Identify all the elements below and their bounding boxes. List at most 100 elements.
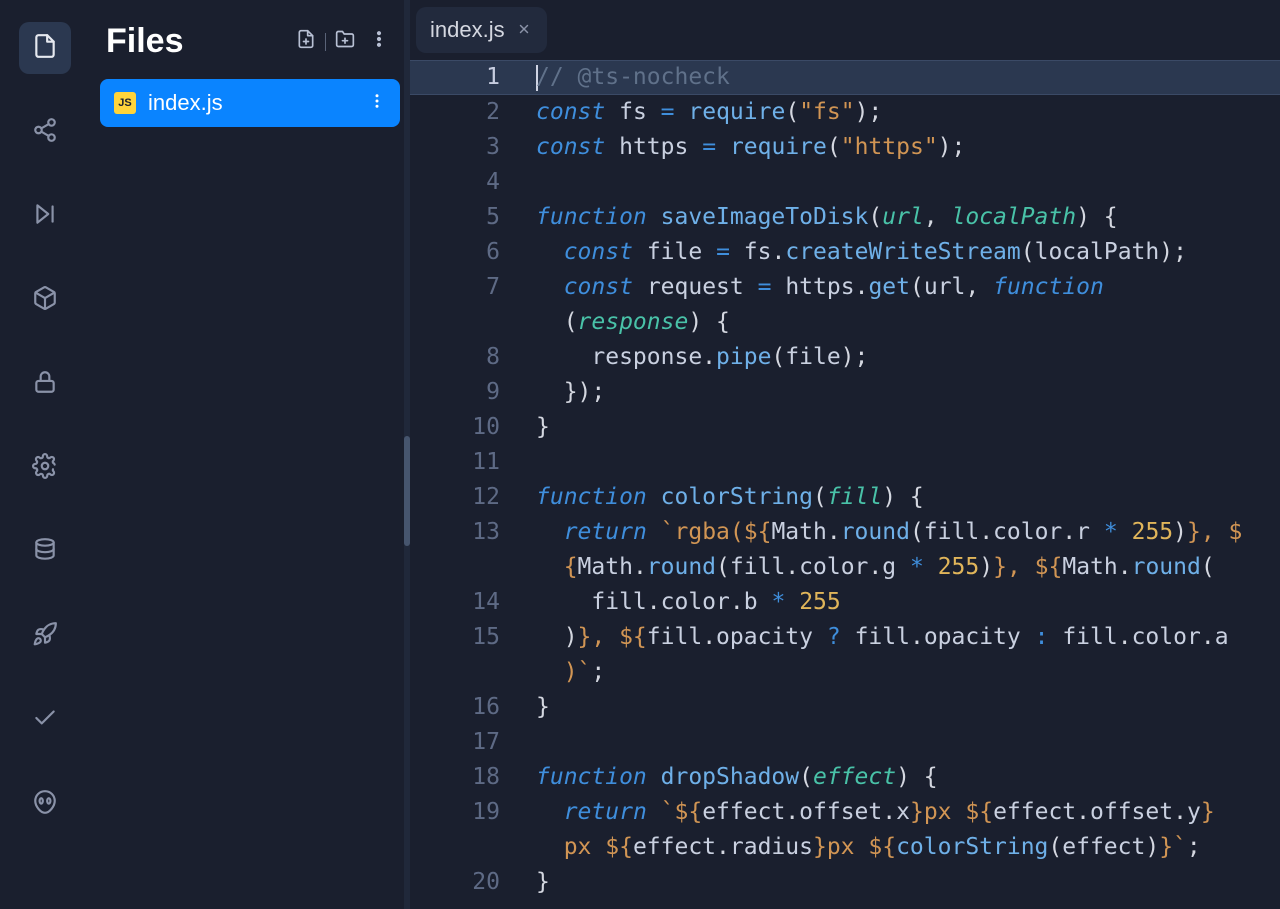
code-content: function dropShadow(effect) { <box>530 760 938 795</box>
line-number: 2 <box>410 95 530 130</box>
code-content: px ${effect.radius}px ${colorString(effe… <box>530 830 1201 865</box>
file-icon <box>32 33 58 64</box>
line-number: 10 <box>410 410 530 445</box>
check-icon <box>32 705 58 736</box>
code-line[interactable]: 15 )}, ${fill.opacity ? fill.opacity : f… <box>410 620 1280 655</box>
rail-settings[interactable] <box>19 442 71 494</box>
code-content: const https = require("https"); <box>530 130 965 165</box>
new-folder-button[interactable] <box>330 27 360 57</box>
new-file-icon <box>296 29 316 54</box>
line-number: 12 <box>410 480 530 515</box>
code-line[interactable]: 1// @ts-nocheck <box>410 60 1280 95</box>
code-content: fill.color.b * 255 <box>530 585 841 620</box>
code-line[interactable]: {Math.round(fill.color.g * 255)}, ${Math… <box>410 550 1280 585</box>
rocket-icon <box>32 621 58 652</box>
play-icon <box>32 201 58 232</box>
code-line[interactable]: 12function colorString(fill) { <box>410 480 1280 515</box>
rail-packages[interactable] <box>19 274 71 326</box>
database-icon <box>32 537 58 568</box>
new-file-button[interactable] <box>291 27 321 57</box>
tab-indexjs[interactable]: index.js <box>416 7 547 53</box>
editor-area: index.js 1// @ts-nocheck2const fs = requ… <box>410 0 1280 909</box>
icon-rail <box>0 0 90 909</box>
code-content: )}, ${fill.opacity ? fill.opacity : fill… <box>530 620 1229 655</box>
line-number: 16 <box>410 690 530 725</box>
line-number: 4 <box>410 165 530 200</box>
tab-close-button[interactable] <box>515 21 533 39</box>
code-line[interactable]: 6 const file = fs.createWriteStream(loca… <box>410 235 1280 270</box>
code-line[interactable]: 14 fill.color.b * 255 <box>410 585 1280 620</box>
file-row-indexjs[interactable]: JS index.js <box>100 79 400 127</box>
lock-icon <box>32 369 58 400</box>
line-number: 17 <box>410 725 530 760</box>
code-line[interactable]: )`; <box>410 655 1280 690</box>
code-line[interactable]: 18function dropShadow(effect) { <box>410 760 1280 795</box>
rail-files[interactable] <box>19 22 71 74</box>
tab-bar: index.js <box>410 0 1280 60</box>
more-vertical-icon <box>369 29 389 54</box>
code-line[interactable]: 7 const request = https.get(url, functio… <box>410 270 1280 305</box>
code-content: response.pipe(file); <box>530 340 868 375</box>
rail-secrets[interactable] <box>19 358 71 410</box>
rail-alien[interactable] <box>19 778 71 830</box>
code-line[interactable]: 3const https = require("https"); <box>410 130 1280 165</box>
code-content: {Math.round(fill.color.g * 255)}, ${Math… <box>530 550 1215 585</box>
alien-icon <box>32 789 58 820</box>
code-line[interactable]: 19 return `${effect.offset.x}px ${effect… <box>410 795 1280 830</box>
file-label: index.js <box>148 90 356 116</box>
code-line[interactable]: 20} <box>410 865 1280 900</box>
code-line[interactable]: px ${effect.radius}px ${colorString(effe… <box>410 830 1280 865</box>
code-line[interactable]: 9 }); <box>410 375 1280 410</box>
code-content: function saveImageToDisk(url, localPath)… <box>530 200 1118 235</box>
share-icon <box>32 117 58 148</box>
line-number: 20 <box>410 865 530 900</box>
more-vertical-icon <box>368 90 386 116</box>
code-line[interactable]: 13 return `rgba(${Math.round(fill.color.… <box>410 515 1280 550</box>
close-icon <box>517 20 531 41</box>
files-header: Files <box>100 14 400 79</box>
line-number: 14 <box>410 585 530 620</box>
code-line[interactable]: (response) { <box>410 305 1280 340</box>
code-content: // @ts-nocheck <box>530 60 730 95</box>
line-number: 5 <box>410 200 530 235</box>
separator <box>325 33 326 51</box>
new-folder-icon <box>335 29 355 54</box>
code-line[interactable]: 2const fs = require("fs"); <box>410 95 1280 130</box>
code-line[interactable]: 17 <box>410 725 1280 760</box>
rail-share[interactable] <box>19 106 71 158</box>
line-number: 3 <box>410 130 530 165</box>
code-line[interactable]: 11 <box>410 445 1280 480</box>
code-line[interactable]: 4 <box>410 165 1280 200</box>
code-content: (response) { <box>530 305 730 340</box>
code-line[interactable]: 8 response.pipe(file); <box>410 340 1280 375</box>
rail-database[interactable] <box>19 526 71 578</box>
code-content: function colorString(fill) { <box>530 480 924 515</box>
line-number: 19 <box>410 795 530 830</box>
rail-run[interactable] <box>19 190 71 242</box>
code-content: const request = https.get(url, function <box>530 270 1104 305</box>
code-line[interactable]: 5function saveImageToDisk(url, localPath… <box>410 200 1280 235</box>
code-content: const file = fs.createWriteStream(localP… <box>530 235 1187 270</box>
code-content: const fs = require("fs"); <box>530 95 882 130</box>
code-line[interactable]: 10} <box>410 410 1280 445</box>
line-number: 11 <box>410 445 530 480</box>
file-more-button[interactable] <box>368 90 386 116</box>
rail-check[interactable] <box>19 694 71 746</box>
rail-deploy[interactable] <box>19 610 71 662</box>
code-editor[interactable]: 1// @ts-nocheck2const fs = require("fs")… <box>410 60 1280 909</box>
line-number: 1 <box>410 60 530 95</box>
line-number: 7 <box>410 270 530 305</box>
line-number: 13 <box>410 515 530 550</box>
code-content: } <box>530 690 550 725</box>
line-number: 8 <box>410 340 530 375</box>
line-number: 18 <box>410 760 530 795</box>
files-more-button[interactable] <box>364 27 394 57</box>
code-content: return `${effect.offset.x}px ${effect.of… <box>530 795 1215 830</box>
code-content: } <box>530 410 550 445</box>
panel-title: Files <box>106 22 183 61</box>
files-actions <box>291 27 394 57</box>
js-icon: JS <box>114 92 136 114</box>
code-line[interactable]: 16} <box>410 690 1280 725</box>
code-content: )`; <box>530 655 605 690</box>
line-number: 6 <box>410 235 530 270</box>
